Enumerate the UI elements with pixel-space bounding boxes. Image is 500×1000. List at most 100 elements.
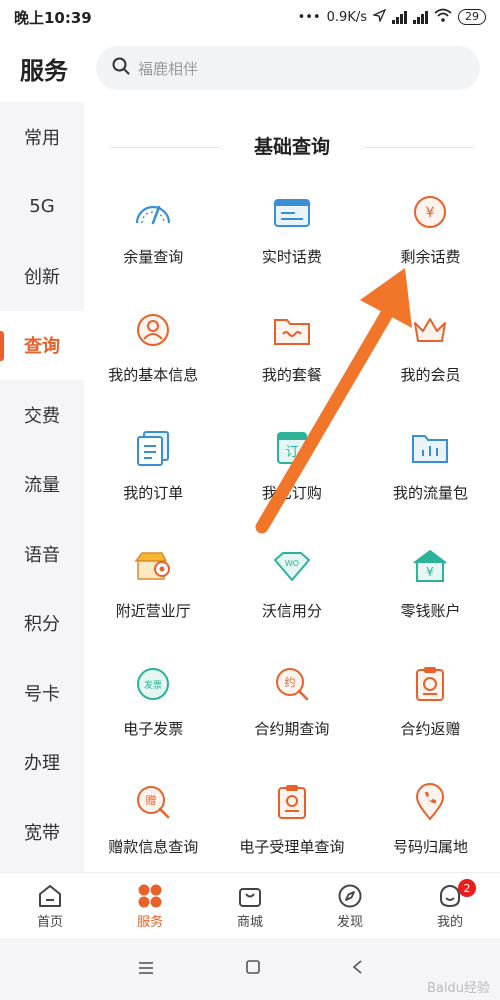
nav-home[interactable]: 首页 xyxy=(0,873,100,938)
search-placeholder: 福鹿相伴 xyxy=(138,59,199,78)
notification-badge: 2 xyxy=(458,879,476,897)
service-label: 我的会员 xyxy=(400,366,461,384)
gauge-icon xyxy=(133,192,173,232)
search-input[interactable]: 福鹿相伴 xyxy=(96,46,480,90)
service-item-e-invoice[interactable]: 发票 电子发票 xyxy=(84,664,223,782)
sidebar-item-query[interactable]: 查询 xyxy=(0,310,84,380)
sidebar-item-common[interactable]: 常用 xyxy=(0,102,84,172)
store-location-icon xyxy=(133,546,173,586)
service-item-orders[interactable]: 我的订单 xyxy=(84,428,223,546)
service-item-subscribed[interactable]: 订 我已订购 xyxy=(223,428,362,546)
receipt-icon xyxy=(272,782,312,822)
signal-icon xyxy=(392,10,407,24)
nav-label: 商城 xyxy=(236,915,263,930)
service-grid: 余量查询 实时话费 ¥ 剩余话费 我的基本信息 我的套餐 我的会员 我的订单 订… xyxy=(84,192,500,900)
svg-text:订: 订 xyxy=(285,445,298,460)
profile-icon xyxy=(133,310,173,350)
nav-label: 服务 xyxy=(136,915,163,930)
divider-right xyxy=(364,147,474,148)
sidebar-item-innovation[interactable]: 创新 xyxy=(0,241,84,311)
status-time: 晚上10:39 xyxy=(14,8,92,27)
service-label: 我的套餐 xyxy=(261,366,322,384)
services-icon xyxy=(137,881,163,911)
service-label: 零钱账户 xyxy=(400,602,461,620)
status-icons: ••• 0.9K/s 29 xyxy=(298,8,486,26)
dots-icon: ••• xyxy=(297,9,321,25)
service-item-data-pack[interactable]: 我的流量包 xyxy=(361,428,500,546)
service-label: 沃信用分 xyxy=(261,602,322,620)
home-square-icon[interactable] xyxy=(245,959,261,979)
location-arrow-icon xyxy=(371,8,387,26)
service-label: 电子受理单查询 xyxy=(239,838,345,856)
service-label: 电子发票 xyxy=(123,720,184,738)
svg-text:WO: WO xyxy=(285,559,299,568)
invoice-icon: 发票 xyxy=(133,664,173,704)
back-icon[interactable] xyxy=(351,959,363,979)
subscription-icon: 订 xyxy=(272,428,312,468)
service-item-contract-rebate[interactable]: 合约返赠 xyxy=(361,664,500,782)
network-speed: 0.9K/s xyxy=(326,9,367,25)
service-item-balance[interactable]: 余量查询 xyxy=(84,192,223,310)
system-nav-bar xyxy=(0,938,500,1000)
service-label: 我的基本信息 xyxy=(108,366,199,384)
home-icon xyxy=(37,881,63,911)
service-label: 号码归属地 xyxy=(392,838,468,856)
svg-text:¥: ¥ xyxy=(426,205,435,221)
svg-text:¥: ¥ xyxy=(427,565,435,579)
nav-services[interactable]: 服务 xyxy=(100,873,200,938)
menu-icon[interactable] xyxy=(137,960,155,979)
sidebar-item-voice[interactable]: 语音 xyxy=(0,519,84,589)
section-title: 基础查询 xyxy=(253,136,330,158)
service-item-profile[interactable]: 我的基本信息 xyxy=(84,310,223,428)
search-icon xyxy=(112,57,130,79)
service-item-remaining-bill[interactable]: ¥ 剩余话费 xyxy=(361,192,500,310)
clipboard-coin-icon xyxy=(410,664,450,704)
service-label: 我的流量包 xyxy=(392,484,468,502)
service-label: 附近营业厅 xyxy=(115,602,191,620)
nav-mall[interactable]: 商城 xyxy=(200,873,300,938)
sidebar-item-broadband[interactable]: 宽带 xyxy=(0,797,84,867)
service-item-contract-period[interactable]: 约 合约期查询 xyxy=(223,664,362,782)
service-item-package[interactable]: 我的套餐 xyxy=(223,310,362,428)
compass-icon xyxy=(337,881,363,911)
sidebar-item-points[interactable]: 积分 xyxy=(0,589,84,659)
service-label: 合约期查询 xyxy=(254,720,330,738)
category-sidebar: 常用 5G 创新 查询 交费 流量 语音 积分 号卡 办理 宽带 xyxy=(0,102,84,872)
sidebar-item-data[interactable]: 流量 xyxy=(0,450,84,520)
service-item-realtime-bill[interactable]: 实时话费 xyxy=(223,192,362,310)
phone-pin-icon xyxy=(410,782,450,822)
wallet-house-icon: ¥ xyxy=(410,546,450,586)
sidebar-item-5g[interactable]: 5G xyxy=(0,172,84,242)
svg-text:发票: 发票 xyxy=(144,679,162,691)
service-label: 赠款信息查询 xyxy=(108,838,199,856)
battery-indicator: 29 xyxy=(458,9,486,25)
contract-search-icon: 约 xyxy=(272,664,312,704)
sidebar-item-sim[interactable]: 号卡 xyxy=(0,658,84,728)
yen-coin-icon: ¥ xyxy=(410,192,450,232)
service-item-credit-score[interactable]: WO 沃信用分 xyxy=(223,546,362,664)
service-item-membership[interactable]: 我的会员 xyxy=(361,310,500,428)
sidebar-item-payment[interactable]: 交费 xyxy=(0,380,84,450)
service-label: 合约返赠 xyxy=(400,720,461,738)
header: 服务 福鹿相伴 xyxy=(0,34,500,102)
watermark: Baidu经验 xyxy=(427,981,490,996)
service-label: 我的订单 xyxy=(123,484,184,502)
bottom-nav: 首页 服务 商城 发现 我的 2 xyxy=(0,872,500,938)
order-icon xyxy=(133,428,173,468)
sidebar-item-handle[interactable]: 办理 xyxy=(0,728,84,798)
svg-text:约: 约 xyxy=(284,676,295,689)
service-label: 实时话费 xyxy=(261,248,322,266)
service-item-wallet[interactable]: ¥ 零钱账户 xyxy=(361,546,500,664)
nav-discover[interactable]: 发现 xyxy=(300,873,400,938)
service-label: 余量查询 xyxy=(123,248,184,266)
bill-icon xyxy=(272,192,312,232)
nav-label: 首页 xyxy=(36,915,63,930)
diamond-icon: WO xyxy=(272,546,312,586)
svg-text:赠: 赠 xyxy=(146,793,157,807)
package-icon xyxy=(272,310,312,350)
service-item-nearby-store[interactable]: 附近营业厅 xyxy=(84,546,223,664)
bag-icon xyxy=(237,881,263,911)
nav-mine[interactable]: 我的 2 xyxy=(400,873,500,938)
wifi-icon xyxy=(434,8,452,26)
service-label: 剩余话费 xyxy=(400,248,461,266)
